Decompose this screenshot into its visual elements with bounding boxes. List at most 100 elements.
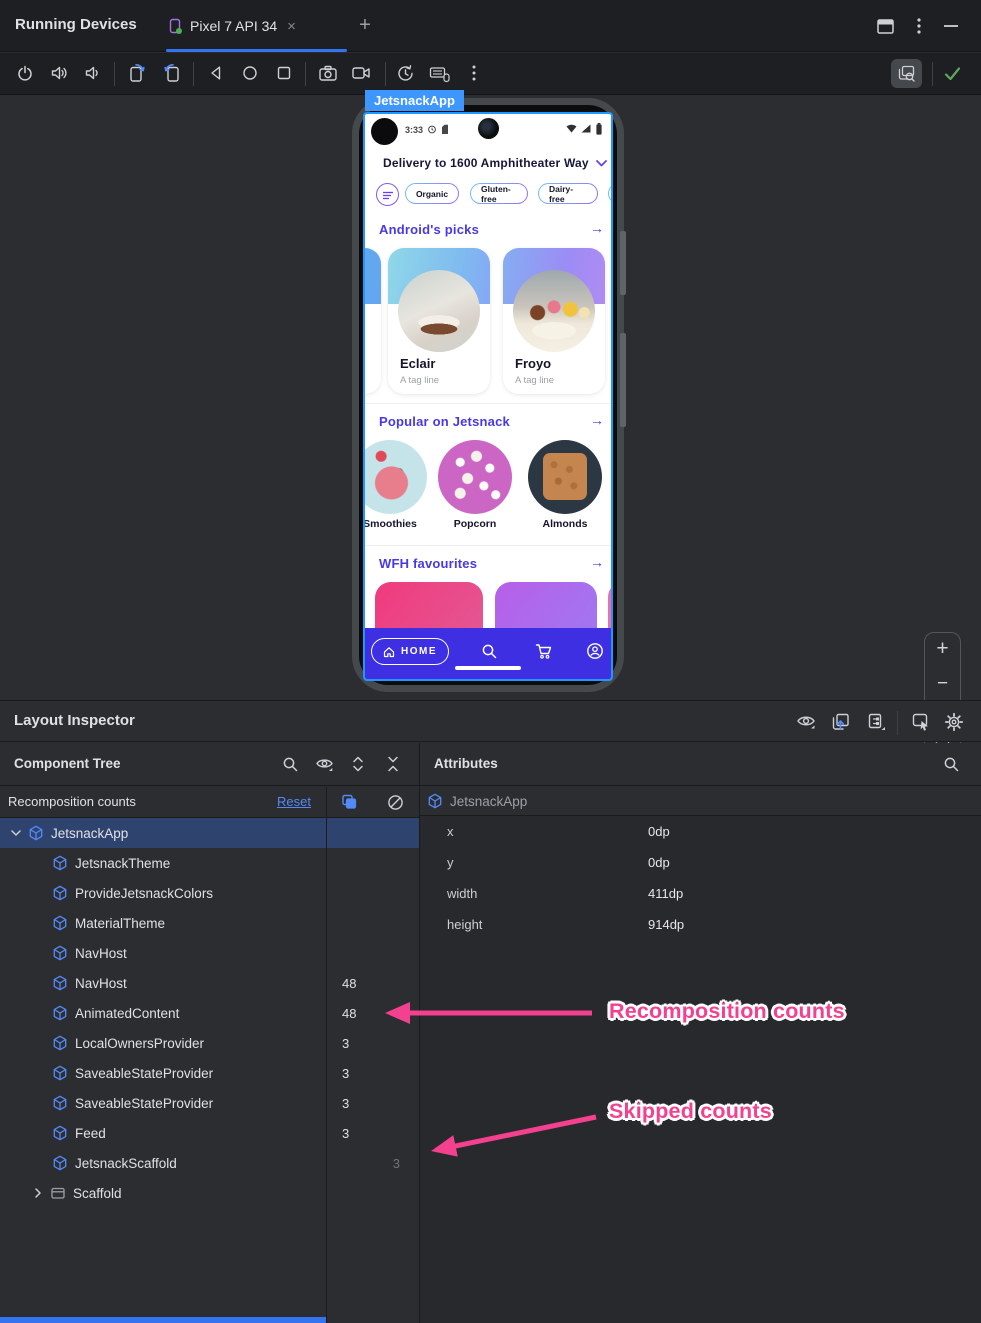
popular-item-popcorn[interactable] bbox=[438, 440, 512, 514]
attribute-row[interactable]: width 411dp bbox=[420, 878, 981, 909]
tab-close-icon[interactable]: × bbox=[287, 18, 296, 35]
reset-snapshot-icon[interactable] bbox=[395, 63, 415, 83]
popular-item-smoothies[interactable] bbox=[365, 440, 427, 514]
power-button-icon[interactable] bbox=[15, 63, 35, 83]
rotate-right-icon[interactable] bbox=[162, 63, 182, 83]
add-tab-button[interactable]: + bbox=[354, 14, 376, 36]
tree-row[interactable]: NavHost 48 bbox=[0, 968, 419, 998]
tree-row-scaffold[interactable]: Scaffold bbox=[0, 1178, 419, 1208]
attributes-component-header: JetsnackApp bbox=[420, 787, 981, 816]
tree-row[interactable]: JetsnackScaffold 3 bbox=[0, 1148, 419, 1178]
screenshot-camera-icon[interactable] bbox=[318, 63, 338, 83]
snack-card-partial[interactable] bbox=[365, 248, 381, 394]
window-mode-icon[interactable] bbox=[875, 16, 895, 36]
export-snapshot-icon[interactable] bbox=[830, 711, 852, 733]
android-home-icon[interactable] bbox=[240, 63, 260, 83]
bottom-nav-bar: HOME bbox=[365, 628, 611, 679]
device-screen[interactable]: 3:33 Delivery to 1600 Amphitheater Way O… bbox=[363, 112, 613, 681]
filter-chip[interactable]: Gluten-free bbox=[470, 183, 528, 204]
tree-horizontal-scrollbar[interactable] bbox=[0, 1317, 326, 1323]
screen-record-icon[interactable] bbox=[351, 63, 371, 83]
volume-up-icon[interactable] bbox=[49, 63, 69, 83]
view-options-eye-icon[interactable] bbox=[795, 711, 817, 733]
section-arrow-icon[interactable]: → bbox=[590, 554, 604, 570]
recomposition-counts-label: Recomposition counts bbox=[8, 794, 136, 809]
reset-counts-link[interactable]: Reset bbox=[277, 794, 311, 809]
delivery-address-label[interactable]: Delivery to 1600 Amphitheater Way bbox=[383, 156, 589, 170]
tree-row[interactable]: Feed 3 bbox=[0, 1118, 419, 1148]
tree-node-label: AnimatedContent bbox=[75, 1005, 180, 1021]
skipped-count: 3 bbox=[392, 1155, 400, 1171]
nav-home-button[interactable]: HOME bbox=[371, 638, 449, 665]
inspector-settings-gear-icon[interactable] bbox=[943, 711, 965, 733]
nav-cart-icon[interactable] bbox=[535, 643, 553, 660]
section-arrow-icon[interactable]: → bbox=[590, 412, 604, 428]
attribute-row[interactable]: y 0dp bbox=[420, 847, 981, 878]
tree-row[interactable]: NavHost bbox=[0, 938, 419, 968]
filter-chip[interactable]: Dairy-free bbox=[538, 183, 598, 204]
section-arrow-icon[interactable]: → bbox=[590, 220, 604, 236]
tree-row[interactable]: SaveableStateProvider 3 bbox=[0, 1088, 419, 1118]
hide-counts-ban-icon[interactable] bbox=[386, 793, 404, 811]
layout-inspector-toggle-button[interactable] bbox=[891, 59, 922, 88]
show-recomposition-counts-icon[interactable] bbox=[339, 792, 359, 812]
kebab-menu-icon[interactable] bbox=[909, 16, 929, 36]
filter-chip[interactable]: Organic bbox=[405, 183, 459, 204]
tree-node-label: JetsnackScaffold bbox=[75, 1155, 177, 1171]
status-alarm-icon bbox=[428, 125, 436, 134]
attribute-row[interactable]: x 0dp bbox=[420, 816, 981, 847]
tree-visibility-eye-icon[interactable] bbox=[314, 754, 334, 774]
rotate-left-icon[interactable] bbox=[127, 63, 147, 83]
recomposition-count: 3 bbox=[342, 1035, 350, 1051]
android-overview-icon[interactable] bbox=[274, 63, 294, 83]
toolbar-separator bbox=[305, 62, 306, 86]
phone-volume-button[interactable] bbox=[620, 231, 626, 295]
status-wifi-icon bbox=[566, 124, 577, 133]
chevron-down-icon[interactable] bbox=[8, 825, 24, 841]
attribute-row[interactable]: height 914dp bbox=[420, 909, 981, 940]
zoom-out-button[interactable]: − bbox=[925, 673, 960, 695]
phone-power-button[interactable] bbox=[620, 333, 626, 427]
tree-node-label: Scaffold bbox=[73, 1185, 122, 1201]
zoom-in-button[interactable]: + bbox=[925, 637, 960, 661]
collapse-all-icon[interactable] bbox=[383, 754, 403, 774]
tree-node-label: Feed bbox=[75, 1125, 106, 1141]
select-component-icon[interactable] bbox=[910, 711, 932, 733]
delivery-chevron-down-icon[interactable] bbox=[596, 160, 607, 167]
chevron-right-icon[interactable] bbox=[30, 1185, 46, 1201]
tree-row[interactable]: JetsnackTheme bbox=[0, 848, 419, 878]
composable-cube-icon bbox=[53, 1125, 67, 1141]
tree-node-label: JetsnackTheme bbox=[75, 855, 171, 871]
tree-settings-icon[interactable] bbox=[866, 711, 888, 733]
toolbar-separator bbox=[193, 62, 194, 86]
composable-cube-icon bbox=[428, 793, 442, 809]
tab-pixel-7-api-34[interactable]: Pixel 7 API 34 × bbox=[166, 0, 348, 52]
tree-search-icon[interactable] bbox=[280, 754, 300, 774]
tree-row[interactable]: ProvideJetsnackColors bbox=[0, 878, 419, 908]
hardware-input-icon[interactable] bbox=[429, 63, 451, 83]
android-back-icon[interactable] bbox=[206, 63, 226, 83]
expand-all-icon[interactable] bbox=[348, 754, 368, 774]
nav-search-icon[interactable] bbox=[481, 643, 498, 660]
tree-row[interactable]: SaveableStateProvider 3 bbox=[0, 1058, 419, 1088]
device-tab-icon bbox=[166, 17, 184, 35]
recomposition-counts-row: Recomposition counts Reset bbox=[0, 787, 419, 818]
snack-card-froyo[interactable]: Froyo A tag line bbox=[503, 248, 605, 394]
toolbar-more-icon[interactable] bbox=[464, 63, 484, 83]
tree-node-label: NavHost bbox=[75, 945, 127, 961]
panel-divider[interactable] bbox=[419, 743, 420, 1323]
tree-row[interactable]: LocalOwnersProvider 3 bbox=[0, 1028, 419, 1058]
attributes-search-icon[interactable] bbox=[941, 754, 961, 774]
tree-row[interactable]: MaterialTheme bbox=[0, 908, 419, 938]
filter-chip-partial[interactable] bbox=[608, 183, 611, 204]
gesture-bar[interactable] bbox=[455, 666, 521, 670]
filter-icon[interactable] bbox=[376, 183, 399, 206]
minimize-icon[interactable] bbox=[941, 16, 961, 36]
nav-profile-icon[interactable] bbox=[586, 642, 604, 660]
volume-down-icon[interactable] bbox=[81, 63, 101, 83]
tree-row[interactable]: AnimatedContent 48 bbox=[0, 998, 419, 1028]
snack-card-eclair[interactable]: Eclair A tag line bbox=[388, 248, 490, 394]
popular-item-almonds[interactable] bbox=[528, 440, 602, 514]
tab-label: Pixel 7 API 34 bbox=[190, 18, 278, 34]
tree-row-jetsnackapp[interactable]: JetsnackApp bbox=[0, 818, 419, 848]
